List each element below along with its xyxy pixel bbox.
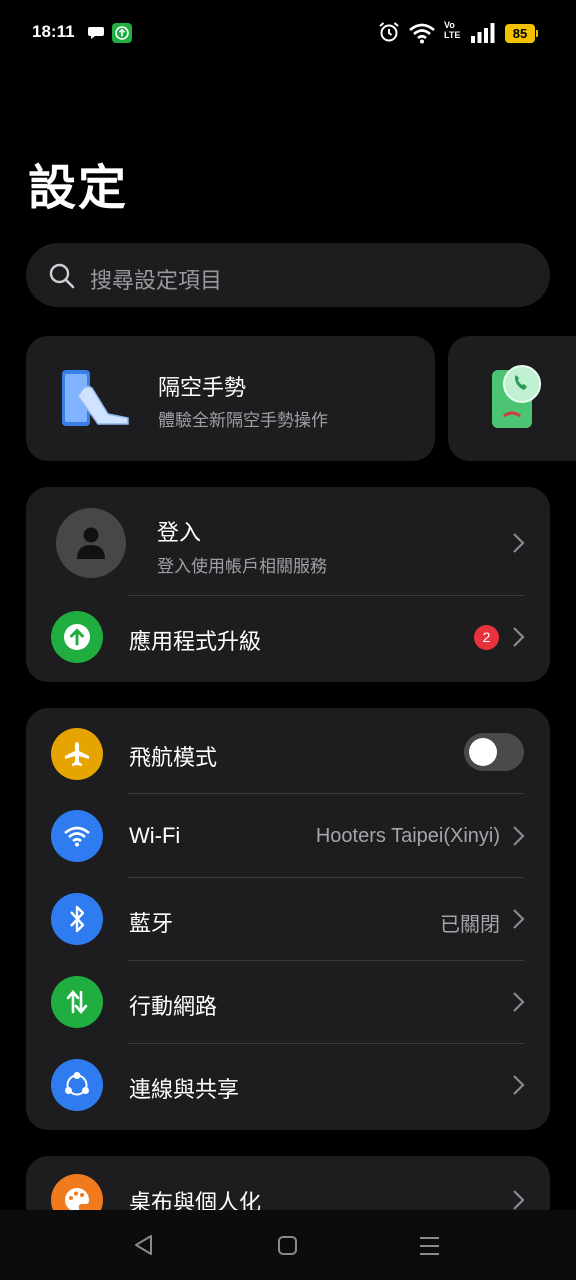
system-navigation-bar (0, 1210, 576, 1280)
chat-notification-icon (88, 27, 104, 39)
chevron-right-icon (513, 1075, 525, 1095)
connectivity-card: 飛航模式 Wi-Fi Hooters Taipei(Xinyi) 藍牙 已關閉 … (26, 708, 550, 1130)
divider (128, 960, 524, 961)
connection-sharing-label[interactable]: 連線與共享 (129, 1072, 239, 1104)
sign-in-subtitle: 登入使用帳戶相關服務 (157, 557, 327, 576)
data-transfer-icon (66, 989, 88, 1015)
toggle-knob (469, 738, 497, 766)
divider (128, 1043, 524, 1044)
status-time: 18:11 (32, 22, 75, 41)
page-title: 設定 (28, 162, 129, 215)
airplane-mode-label[interactable]: 飛航模式 (129, 740, 217, 772)
update-count-badge: 2 (474, 625, 499, 650)
chevron-right-icon (513, 627, 525, 647)
back-icon[interactable] (132, 1233, 156, 1257)
app-update-label[interactable]: 應用程式升級 (129, 624, 261, 656)
wifi-icon (64, 826, 90, 847)
mobile-network-icon-badge (51, 976, 103, 1028)
bluetooth-icon (70, 905, 85, 933)
wifi-label[interactable]: Wi-Fi (129, 823, 180, 849)
volte-top-text: Vo (444, 20, 455, 30)
air-gesture-subtitle: 體驗全新隔空手勢操作 (158, 411, 328, 430)
user-silhouette-icon (77, 527, 105, 559)
wifi-network-value: Hooters Taipei(Xinyi) (315, 825, 500, 847)
airplane-icon-badge (51, 728, 103, 780)
mobile-network-label[interactable]: 行動網路 (129, 989, 217, 1021)
chevron-right-icon (513, 992, 525, 1012)
arrow-up-icon (64, 624, 90, 650)
airplane-mode-toggle[interactable] (464, 733, 524, 771)
air-gesture-illustration-icon (62, 370, 129, 426)
bluetooth-label[interactable]: 藍牙 (129, 906, 173, 938)
volte-bottom-text: LTE (444, 30, 461, 40)
divider (128, 595, 524, 596)
chevron-right-icon (513, 826, 525, 846)
alarm-icon (379, 22, 399, 42)
signal-strength-icon (471, 23, 495, 43)
status-bar: 18:11 Vo LTE 85 (0, 0, 576, 66)
divider (128, 877, 524, 878)
volte-indicator: Vo LTE (444, 20, 460, 40)
chevron-right-icon (513, 909, 525, 929)
divider (128, 793, 524, 794)
sharing-icon-badge (51, 1059, 103, 1111)
air-gesture-card[interactable]: 隔空手勢 體驗全新隔空手勢操作 (26, 336, 435, 461)
share-nodes-icon (65, 1072, 89, 1096)
search-icon (49, 263, 75, 289)
air-gesture-title: 隔空手勢 (158, 375, 247, 400)
account-card: 登入 登入使用帳戶相關服務 應用程式升級 (26, 487, 550, 682)
recent-apps-icon[interactable] (418, 1234, 442, 1258)
battery-indicator: 85 (505, 24, 538, 43)
airplane-icon (65, 742, 89, 766)
call-feature-card[interactable] (448, 336, 576, 461)
wifi-status-icon (409, 23, 435, 44)
search-placeholder: 搜尋設定項目 (90, 268, 223, 293)
chevron-right-icon (513, 533, 525, 553)
home-icon[interactable] (276, 1234, 300, 1258)
bluetooth-icon-badge (51, 893, 103, 945)
bluetooth-status-value: 已關閉 (440, 914, 500, 936)
chevron-right-icon (513, 1190, 525, 1210)
wifi-icon-badge (51, 810, 103, 862)
avatar[interactable] (56, 508, 126, 578)
app-update-icon-badge (51, 611, 103, 663)
phone-call-illustration-icon (492, 365, 541, 428)
sign-in-title[interactable]: 登入 (157, 515, 201, 547)
update-notification-icon (112, 23, 132, 43)
search-bar[interactable]: 搜尋設定項目 (26, 243, 550, 307)
